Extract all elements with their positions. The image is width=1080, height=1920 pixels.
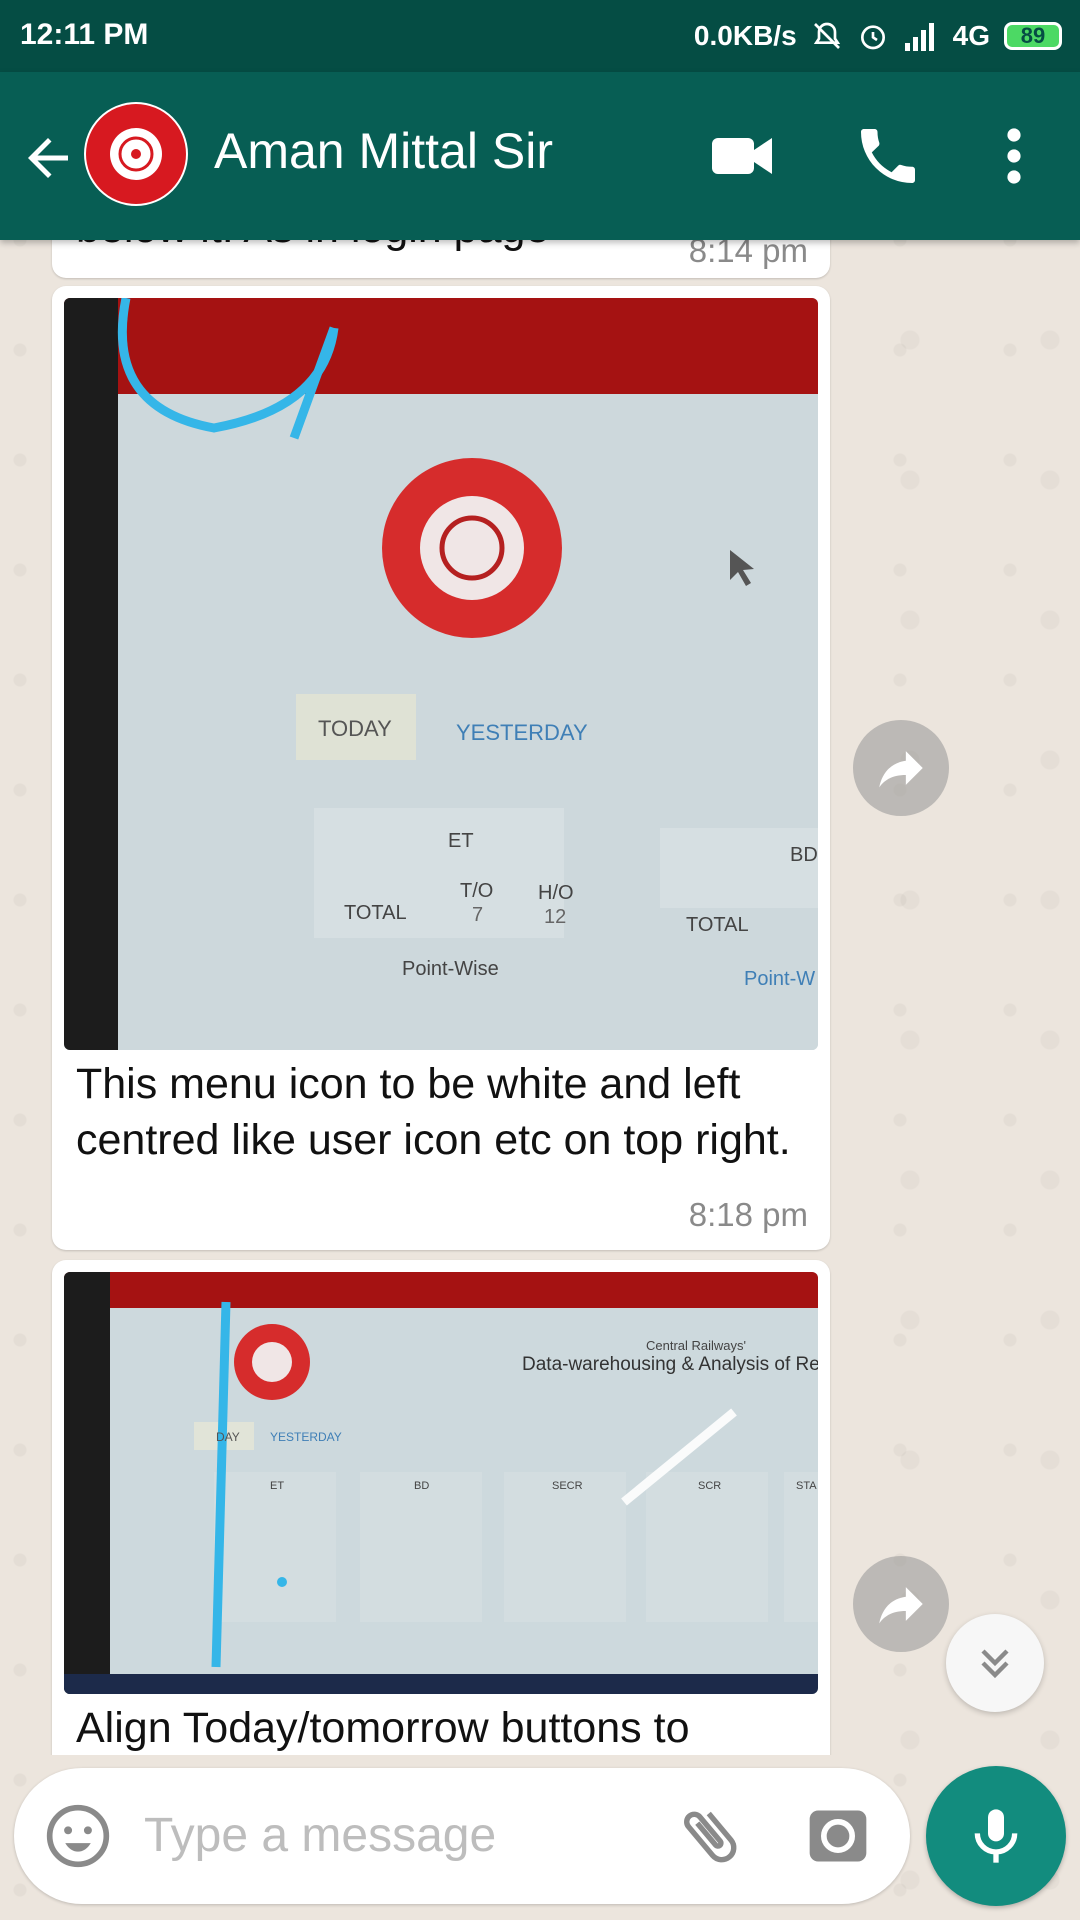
contact-avatar[interactable] <box>84 102 188 206</box>
back-arrow-icon[interactable] <box>18 128 78 188</box>
network-type: 4G <box>952 20 990 51</box>
photo-card-label: BD <box>414 1480 430 1492</box>
forward-button[interactable] <box>853 1556 949 1652</box>
photo-text-yesterday: YESTERDAY <box>456 720 588 745</box>
photo-text-et: ET <box>448 830 474 852</box>
photo-text-yesterday: YESTERDAY <box>270 1430 342 1444</box>
camera-icon[interactable] <box>804 1802 872 1870</box>
status-bar: 12:11 PM 0.0KB/s 4G 89 <box>0 0 1080 72</box>
photo-card-label: ET <box>270 1480 285 1492</box>
emoji-icon[interactable] <box>44 1802 112 1870</box>
image-message-bubble[interactable]: Central Railways' Data-warehousing & Ana… <box>52 1260 830 1755</box>
photo-text-today: TODAY <box>318 716 392 741</box>
image-message-bubble[interactable]: TODAY YESTERDAY ET T/O H/O TOTAL 7 12 Po… <box>52 286 830 1250</box>
voice-record-button[interactable] <box>926 1766 1066 1906</box>
attach-icon[interactable] <box>674 1800 746 1872</box>
photo-text-point-wise: Point-Wise <box>402 958 499 980</box>
mic-icon <box>974 1809 1018 1863</box>
status-indicators: 0.0KB/s 4G 89 <box>694 16 1062 56</box>
more-vert-icon[interactable] <box>978 120 1050 192</box>
image-caption: This menu icon to be white and left cent… <box>76 1060 791 1164</box>
network-speed: 0.0KB/s <box>693 20 797 51</box>
photo-card-label: STA <box>796 1480 817 1492</box>
photo-text-ho-value: 12 <box>544 906 567 928</box>
message-time: 8:14 pm <box>688 240 808 269</box>
forward-icon <box>879 1587 923 1624</box>
photo-text-to-value: 7 <box>472 904 484 926</box>
forward-button[interactable] <box>853 720 949 816</box>
railways-logo-icon <box>86 104 186 204</box>
alarm-icon <box>860 25 885 50</box>
message-text: below it. As in login page <box>76 240 549 256</box>
photo-text-to: T/O <box>460 880 494 902</box>
message-time: 8:18 pm <box>688 1196 808 1233</box>
mute-bell-icon <box>813 22 840 49</box>
photo-card-label: SCR <box>698 1480 722 1492</box>
contact-name[interactable]: Aman Mittal Sir <box>214 122 553 180</box>
photo-text-point-w: Point-W <box>744 968 816 990</box>
scroll-to-bottom-button[interactable] <box>946 1614 1044 1712</box>
photo-text-total: TOTAL <box>344 902 407 924</box>
battery-icon: 89 <box>1004 22 1062 50</box>
photo-text-today: DAY <box>216 1430 240 1444</box>
message-photo[interactable]: Central Railways' Data-warehousing & Ana… <box>64 1272 818 1694</box>
photo-text-org: Central Railways' <box>646 1338 747 1353</box>
phone-icon[interactable] <box>852 120 924 192</box>
message-list[interactable]: below it. As in login page 8:14 pm TODAY… <box>0 240 1080 1755</box>
photo-text-system: Data-warehousing & Analysis of Re <box>522 1354 818 1375</box>
battery-level: 89 <box>1020 23 1046 48</box>
photo-card-label: SECR <box>552 1480 583 1492</box>
message-composer[interactable]: Type a message <box>14 1768 910 1904</box>
status-time: 12:11 PM <box>20 18 149 51</box>
message-input[interactable]: Type a message <box>144 1808 496 1863</box>
photo-image <box>64 298 818 1050</box>
message-photo[interactable]: TODAY YESTERDAY ET T/O H/O TOTAL 7 12 Po… <box>64 298 818 1050</box>
signal-icon <box>904 23 934 51</box>
message-bubble[interactable]: below it. As in login page 8:14 pm <box>52 240 830 278</box>
chevron-down-double-icon <box>981 1649 1009 1679</box>
photo-text-ho: H/O <box>538 882 574 904</box>
video-call-icon[interactable] <box>706 120 778 192</box>
photo-text-bd: BD <box>790 844 818 866</box>
photo-text-total-2: TOTAL <box>686 914 749 936</box>
chat-header: Aman Mittal Sir <box>0 72 1080 240</box>
forward-icon <box>879 751 923 788</box>
image-caption: Align Today/tomorrow buttons to <box>76 1704 690 1752</box>
